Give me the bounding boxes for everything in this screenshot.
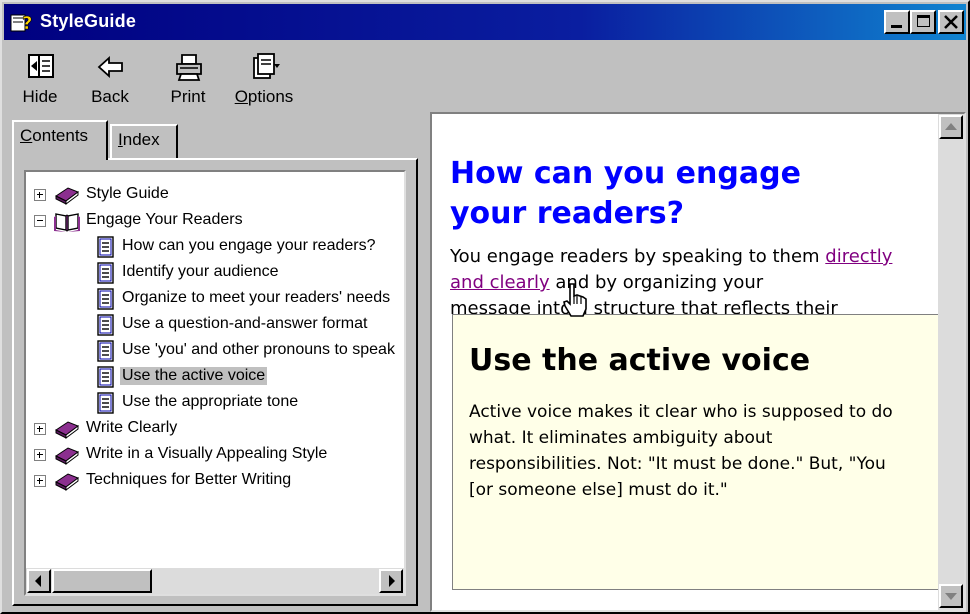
closed-book-icon xyxy=(54,184,80,206)
tree-item-label: Use a question-and-answer format xyxy=(122,315,368,332)
help-page-icon xyxy=(92,288,118,310)
maximize-icon xyxy=(917,15,930,27)
scroll-thumb[interactable] xyxy=(52,569,152,593)
scroll-left-button[interactable] xyxy=(27,569,51,593)
expand-toggle[interactable] xyxy=(34,449,46,461)
tree-book-item[interactable]: Write Clearly xyxy=(26,416,404,442)
tree-book-item[interactable]: Style Guide xyxy=(26,182,404,208)
help-page-icon xyxy=(92,366,118,388)
hide-label: Hide xyxy=(22,87,58,106)
options-icon xyxy=(253,53,280,79)
options-label: Options xyxy=(234,87,294,106)
title-bar[interactable]: ? StyleGuide xyxy=(4,4,966,40)
minimize-icon xyxy=(891,25,902,28)
tree-viewport: Style Guide Engage Your Readers How can yo… xyxy=(26,172,404,568)
tab-index[interactable]: Index xyxy=(110,124,178,160)
topic-body: You engage readers by speaking to them d… xyxy=(450,246,893,319)
tree-topic-item[interactable]: How can you engage your readers? xyxy=(26,234,404,260)
close-icon xyxy=(944,15,958,29)
contents-tree[interactable]: Style Guide Engage Your Readers How can yo… xyxy=(24,170,406,596)
hide-icon xyxy=(28,54,54,78)
tree-item-label: Write in a Visually Appealing Style xyxy=(86,445,328,462)
tree-book-item[interactable]: Engage Your Readers xyxy=(26,208,404,234)
vertical-scrollbar[interactable] xyxy=(938,114,964,610)
print-label: Print xyxy=(170,87,206,106)
tree-item-label: Organize to meet your readers' needs xyxy=(122,289,391,306)
help-page-icon xyxy=(92,236,118,258)
hide-button[interactable]: Hide xyxy=(8,48,72,108)
tab-contents[interactable]: Contents xyxy=(12,120,108,160)
tree-item-label: How can you engage your readers? xyxy=(122,237,376,254)
tree-item-label: Style Guide xyxy=(86,185,169,202)
back-label: Back xyxy=(91,87,129,106)
arrow-left-icon xyxy=(35,575,41,587)
navigation-pane: Contents Index Style Guide Engage Your Re… xyxy=(8,114,422,610)
horizontal-scrollbar[interactable] xyxy=(26,568,404,594)
tree-item-label: Use the appropriate tone xyxy=(122,393,299,410)
collapse-toggle[interactable] xyxy=(34,215,46,227)
scroll-right-button[interactable] xyxy=(379,569,403,593)
back-button[interactable]: Back xyxy=(78,48,142,108)
toolbar: Hide Back Print Options xyxy=(4,40,966,112)
tree-topic-item[interactable]: Use the appropriate tone xyxy=(26,390,404,416)
tree-topic-item[interactable]: Identify your audience xyxy=(26,260,404,286)
tree-book-item[interactable]: Write in a Visually Appealing Style xyxy=(26,442,404,468)
open-book-icon xyxy=(54,210,80,232)
closed-book-icon xyxy=(54,444,80,466)
maximize-button[interactable] xyxy=(910,10,936,34)
help-page-icon xyxy=(92,262,118,284)
svg-text:?: ? xyxy=(22,13,32,33)
help-window: ? StyleGuide Hide Back Print Options Con… xyxy=(0,0,970,614)
expand-toggle[interactable] xyxy=(34,423,46,435)
hand-pointer-icon xyxy=(563,283,587,317)
topic-heading: How can you engage your readers? xyxy=(450,156,801,231)
tree-item-label: Write Clearly xyxy=(86,419,178,436)
arrow-down-icon xyxy=(945,593,957,600)
expand-toggle[interactable] xyxy=(34,189,46,201)
help-page-icon xyxy=(92,314,118,336)
tree-topic-item[interactable]: Use a question-and-answer format xyxy=(26,312,404,338)
contents-tab-panel: Style Guide Engage Your Readers How can yo… xyxy=(12,158,418,606)
definition-popup[interactable]: Use the active voice Active voice makes … xyxy=(452,314,962,590)
scroll-down-button[interactable] xyxy=(939,584,963,608)
topic-content: How can you engage your readers? You eng… xyxy=(450,154,930,322)
minimize-button[interactable] xyxy=(884,10,910,34)
arrow-right-icon xyxy=(389,575,395,587)
closed-book-icon xyxy=(54,418,80,440)
tree-item-label: Engage Your Readers xyxy=(86,211,243,228)
tree-book-item[interactable]: Techniques for Better Writing xyxy=(26,468,404,494)
print-button[interactable]: Print xyxy=(156,48,220,108)
topic-pane: How can you engage your readers? You eng… xyxy=(430,112,966,612)
popup-text: Active voice makes it clear who is suppo… xyxy=(469,402,893,500)
tree-item-label: Techniques for Better Writing xyxy=(86,471,292,488)
tree-topic-item[interactable]: Use the active voice xyxy=(26,364,404,390)
back-arrow-icon xyxy=(97,55,123,79)
expand-toggle[interactable] xyxy=(34,475,46,487)
help-page-icon xyxy=(92,340,118,362)
tree-item-label: Use 'you' and other pronouns to speak xyxy=(122,341,395,358)
help-page-icon xyxy=(92,392,118,414)
help-app-icon: ? xyxy=(10,13,33,33)
window-title: StyleGuide xyxy=(40,11,137,31)
scroll-up-button[interactable] xyxy=(939,115,963,139)
tree-topic-item[interactable]: Use 'you' and other pronouns to speak xyxy=(26,338,404,364)
tree-topic-item[interactable]: Organize to meet your readers' needs xyxy=(26,286,404,312)
printer-icon xyxy=(176,54,202,81)
close-button[interactable] xyxy=(938,10,964,34)
popup-title: Use the active voice xyxy=(469,343,811,378)
options-button[interactable]: Options xyxy=(232,48,296,108)
arrow-up-icon xyxy=(945,123,957,130)
closed-book-icon xyxy=(54,470,80,492)
tree-item-label: Use the active voice xyxy=(120,367,268,385)
tree-item-label: Identify your audience xyxy=(122,263,279,280)
